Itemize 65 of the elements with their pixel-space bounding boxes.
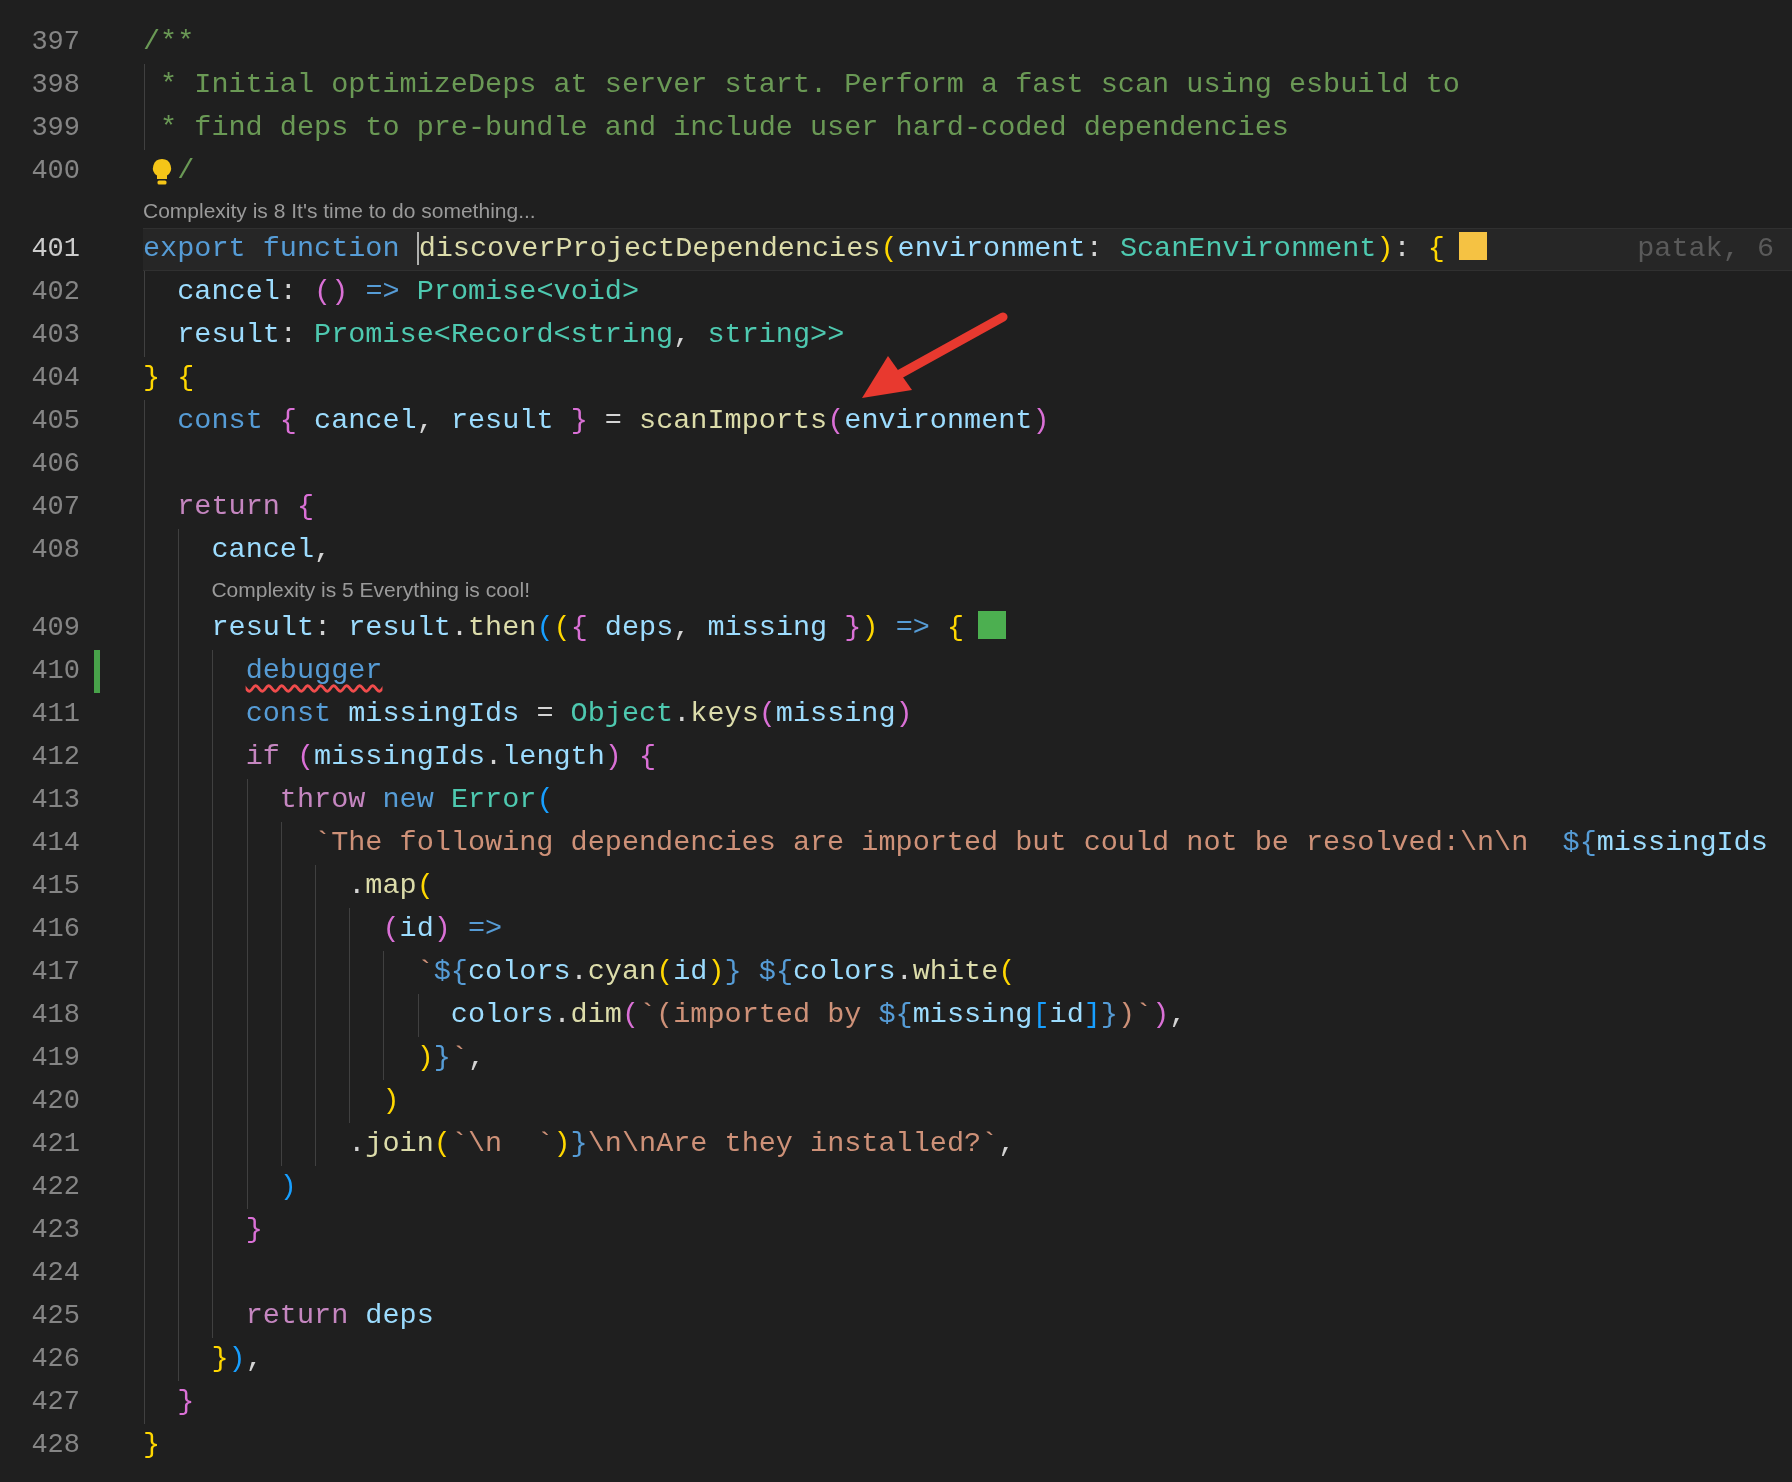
line-number: 411: [30, 698, 80, 732]
code-line: `${colors.cyan(id)} ${colors.white(: [416, 954, 1016, 991]
line-number: 400: [30, 155, 80, 189]
line-number: 425: [30, 1300, 80, 1334]
code-line: cancel,: [211, 532, 332, 569]
complexity-code-lens[interactable]: Complexity is 5 Everything is cool!: [211, 573, 531, 606]
code-line: ): [382, 1083, 400, 1120]
code-line: }: [245, 1212, 263, 1249]
lightbulb-icon[interactable]: [151, 158, 173, 186]
code-line: if (missingIds.length) {: [245, 739, 657, 776]
line-number: 402: [30, 276, 80, 310]
code-line: const missingIds = Object.keys(missing): [245, 696, 913, 733]
code-line: /: [177, 153, 195, 190]
code-line: * find deps to pre-bundle and include user hard-coded dependencies: [160, 110, 1289, 147]
line-number: 401: [30, 233, 80, 267]
code-line: cancel: () => Promise<void>: [177, 274, 640, 311]
code-line: )}`,: [416, 1040, 486, 1077]
code-line: `The following dependencies are imported but could not be resolved:\n\n ${missingIds: [314, 825, 1768, 862]
code-line: const { cancel, result } = scanImports(environment): [177, 403, 1050, 440]
code-line: .join(`\n `)}\n\nAre they installed?`,: [348, 1126, 1016, 1163]
line-number: 413: [30, 784, 80, 818]
line-number: 417: [30, 956, 80, 990]
line-number: 428: [30, 1429, 80, 1463]
code-line: } {: [143, 360, 195, 397]
line-number: 403: [30, 319, 80, 353]
code-line: * Initial optimizeDeps at server start. Perform a fast scan using esbuild to: [160, 67, 1460, 104]
line-number: 416: [30, 913, 80, 947]
line-number: 412: [30, 741, 80, 775]
code-line: .map(: [348, 868, 434, 905]
line-number: 408: [30, 534, 80, 568]
line-number: 414: [30, 827, 80, 861]
line-number: 420: [30, 1085, 80, 1119]
code-line: debugger: [245, 653, 383, 690]
code-line: result: result.then(({ deps, missing }) => {: [211, 610, 965, 647]
line-number: 426: [30, 1343, 80, 1377]
code-line: }),: [211, 1341, 263, 1378]
code-line: /**: [143, 24, 195, 61]
line-number: 424: [30, 1257, 80, 1291]
line-number: 406: [30, 448, 80, 482]
line-number: 407: [30, 491, 80, 525]
line-number: 427: [30, 1386, 80, 1420]
code-line: colors.dim(`(imported by ${missing[id]})`),: [450, 997, 1187, 1034]
line-number: 399: [30, 112, 80, 146]
code-line: return {: [177, 489, 315, 526]
complexity-code-lens[interactable]: Complexity is 8 It's time to do something...: [143, 194, 536, 227]
line-number: 419: [30, 1042, 80, 1076]
line-number: 410: [30, 655, 80, 689]
line-number: 397: [30, 26, 80, 60]
code-line: return deps: [245, 1298, 434, 1335]
line-number: 415: [30, 870, 80, 904]
code-line: throw new Error(: [279, 782, 554, 819]
line-number: 409: [30, 612, 80, 646]
line-number: 418: [30, 999, 80, 1033]
line-number: 405: [30, 405, 80, 439]
code-line: ): [279, 1169, 297, 1206]
line-number: 423: [30, 1214, 80, 1248]
code-line: export function discoverProjectDependencies(environment: ScanEnvironment): {: [143, 231, 1445, 268]
line-number: 421: [30, 1128, 80, 1162]
code-line: }: [177, 1384, 195, 1421]
line-number: 422: [30, 1171, 80, 1205]
code-line: }: [143, 1427, 161, 1464]
line-number: 404: [30, 362, 80, 396]
line-number: 398: [30, 69, 80, 103]
code-line: (id) =>: [382, 911, 503, 948]
code-line: result: Promise<Record<string, string>>: [177, 317, 845, 354]
